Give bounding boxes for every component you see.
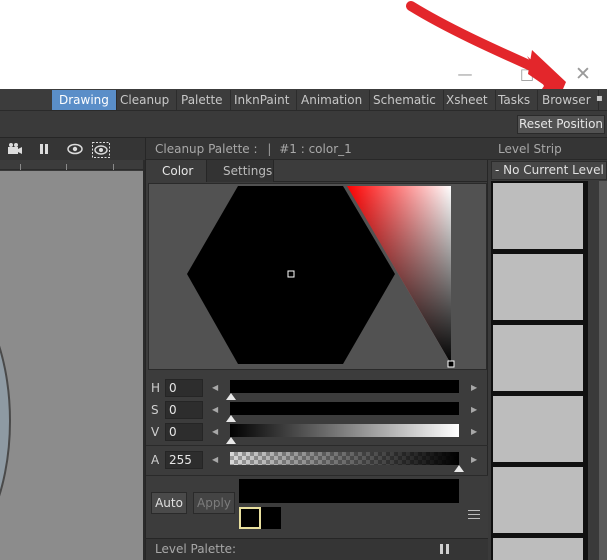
cleanup-palette-title-bar: Cleanup Palette : | #1 : color_1 xyxy=(146,138,489,160)
secondary-toolbar: Reset Position xyxy=(0,111,607,138)
camera-icon[interactable] xyxy=(7,142,23,156)
saturation-increase-arrow[interactable]: ▶ xyxy=(471,403,479,417)
alpha-slider-row: A 255 ◀ ▶ xyxy=(146,450,489,472)
room-tab-browser[interactable]: Browser xyxy=(535,90,599,110)
close-button[interactable]: ✕ xyxy=(571,62,595,86)
alpha-decrease-arrow[interactable]: ◀ xyxy=(212,453,220,467)
level-frame-list[interactable] xyxy=(491,181,588,560)
saturation-field[interactable]: 0 xyxy=(165,401,203,419)
value-slider-thumb[interactable] xyxy=(226,437,236,444)
room-tab-schematic[interactable]: Schematic xyxy=(366,90,444,110)
level-palette-pause-icon[interactable] xyxy=(440,544,449,554)
value-label: V xyxy=(151,425,160,439)
color-wheel-area[interactable] xyxy=(148,183,487,370)
apply-button[interactable]: Apply xyxy=(193,492,235,514)
level-select-combo[interactable]: - No Current Level - xyxy=(491,161,607,180)
level-frame[interactable] xyxy=(493,183,583,249)
level-strip-scrollbar[interactable] xyxy=(599,181,607,560)
room-tab-cleanup[interactable]: Cleanup xyxy=(113,90,178,110)
slider-divider xyxy=(146,445,489,446)
level-frame[interactable] xyxy=(493,396,583,462)
viewer-toolbar xyxy=(0,138,145,160)
saturation-slider-track[interactable] xyxy=(226,402,459,422)
eye-icon[interactable] xyxy=(67,142,83,156)
level-palette-title: Level Palette: xyxy=(155,542,237,556)
alpha-increase-arrow[interactable]: ▶ xyxy=(471,453,479,467)
level-frame[interactable] xyxy=(493,325,583,391)
room-tab-bar: Drawing Cleanup Palette InknPaint Animat… xyxy=(0,89,607,111)
hue-slider-thumb[interactable] xyxy=(226,393,236,400)
original-color-swatch xyxy=(239,507,261,529)
hue-slider-track[interactable] xyxy=(226,380,459,400)
room-lock-icon[interactable]: ▪ xyxy=(596,93,607,107)
saturation-slider-thumb[interactable] xyxy=(226,415,236,422)
viewer-canvas[interactable] xyxy=(0,171,143,560)
hue-increase-arrow[interactable]: ▶ xyxy=(471,381,479,395)
cleanup-palette-title: Cleanup Palette : xyxy=(155,142,258,156)
level-strip-title: Level Strip xyxy=(488,138,607,160)
value-slider-track[interactable] xyxy=(226,424,459,444)
room-tab-drawing[interactable]: Drawing xyxy=(52,90,117,110)
auto-button[interactable]: Auto xyxy=(151,492,187,514)
hue-cursor xyxy=(287,270,295,278)
level-palette-title-bar: Level Palette: xyxy=(146,538,489,560)
menu-icon[interactable] xyxy=(468,510,482,522)
room-tab-palette[interactable]: Palette xyxy=(174,90,231,110)
tab-color[interactable]: Color xyxy=(146,160,207,182)
pause-icon[interactable] xyxy=(36,142,52,156)
current-color-swatch xyxy=(261,507,281,529)
alpha-label: A xyxy=(151,453,160,467)
room-tab-animation[interactable]: Animation xyxy=(294,90,371,110)
hue-slider-row: H 0 ◀ ▶ xyxy=(146,378,489,400)
value-decrease-arrow[interactable]: ◀ xyxy=(212,425,220,439)
current-color-preview xyxy=(239,479,459,503)
hue-label: H xyxy=(151,381,161,395)
title-separator: | xyxy=(267,142,272,156)
level-select-value: - No Current Level - xyxy=(495,163,607,177)
saturation-label: S xyxy=(151,403,159,417)
room-tab-xsheet[interactable]: Xsheet xyxy=(439,90,496,110)
hue-field[interactable]: 0 xyxy=(165,379,203,397)
reset-position-button[interactable]: Reset Position xyxy=(517,115,605,134)
cleanup-palette-panel: Cleanup Palette : | #1 : color_1 Color S… xyxy=(145,138,489,560)
color-apply-area: Auto Apply xyxy=(146,475,489,538)
alpha-field[interactable]: 255 xyxy=(165,451,203,469)
alpha-slider-thumb[interactable] xyxy=(454,465,464,472)
viewer-ruler xyxy=(0,160,145,170)
tab-settings[interactable]: Settings xyxy=(207,160,274,182)
level-frame[interactable] xyxy=(493,538,583,560)
window-title-bar: — □ ✕ xyxy=(0,0,607,89)
level-frame[interactable] xyxy=(493,467,583,533)
viewer-panel xyxy=(0,138,145,560)
sv-cursor xyxy=(447,360,455,368)
alpha-slider-track[interactable] xyxy=(230,452,464,472)
saturation-decrease-arrow[interactable]: ◀ xyxy=(212,403,220,417)
style-editor-tabs: Color Settings xyxy=(146,160,489,182)
level-strip-panel: Level Strip - No Current Level - xyxy=(488,138,607,560)
level-strip-scroll-thumb[interactable] xyxy=(599,181,607,560)
value-slider-row: V 0 ◀ ▶ xyxy=(146,422,489,444)
minimize-button[interactable]: — xyxy=(453,62,477,86)
style-name: #1 : color_1 xyxy=(279,142,352,156)
value-field[interactable]: 0 xyxy=(165,423,203,441)
preview-eye-icon[interactable] xyxy=(92,142,110,158)
room-tab-inknpaint[interactable]: InknPaint xyxy=(227,90,298,110)
room-tab-tasks[interactable]: Tasks xyxy=(491,90,539,110)
level-frame[interactable] xyxy=(493,254,583,320)
maximize-button[interactable]: □ xyxy=(515,62,539,86)
saturation-slider-row: S 0 ◀ ▶ xyxy=(146,400,489,422)
value-increase-arrow[interactable]: ▶ xyxy=(471,425,479,439)
hue-decrease-arrow[interactable]: ◀ xyxy=(212,381,220,395)
